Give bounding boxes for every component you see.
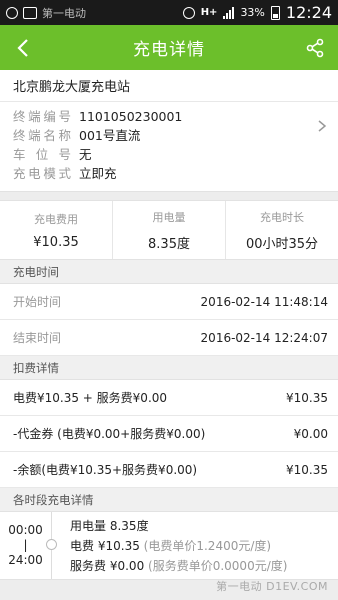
segment-fee-value: ¥10.35: [97, 539, 140, 553]
stat-fee: 充电费用 ¥10.35: [0, 201, 113, 259]
segment-service-unit: (服务费单价0.0000元/度): [148, 559, 288, 573]
row-label: 结束时间: [13, 331, 62, 345]
segment-time-range: 00:00 | 24:00: [0, 512, 57, 579]
stat-value: 00小时35分: [245, 236, 319, 252]
stat-label: 充电时长: [260, 210, 304, 224]
segment-details: 用电量 8.35度 电费 ¥10.35 (电费单价1.2400元/度) 服务费 …: [52, 512, 338, 579]
signal-icon: [223, 6, 235, 19]
row-value: ¥10.35: [286, 462, 328, 477]
charge-mode-row: 充电模式 立即充: [13, 164, 325, 183]
terminal-number-row: 终端编号 1101050230001: [13, 107, 325, 126]
status-time: 12:24: [285, 3, 332, 22]
field-label: 车位号: [13, 147, 71, 162]
segment-service-line: 服务费 ¥0.00 (服务费单价0.0000元/度): [70, 556, 338, 576]
deduction-balance-row: -余额(电费¥10.35+服务费¥0.00) ¥10.35: [0, 452, 338, 488]
battery-percent: 33%: [240, 6, 265, 19]
row-value: 2016-02-14 11:48:14: [200, 294, 328, 309]
row-label: -余额(电费¥10.35+服务费¥0.00): [13, 463, 198, 477]
segment-separator: |: [23, 538, 28, 552]
section-title-deduction: 扣费详情: [0, 356, 338, 380]
stat-duration: 充电时长 00小时35分: [226, 201, 338, 259]
row-value: ¥10.35: [286, 390, 328, 405]
field-label: 充电模式: [13, 166, 71, 181]
network-type: H+: [200, 7, 218, 18]
stat-value: 8.35度: [148, 236, 190, 252]
segment-start: 00:00: [8, 523, 43, 537]
timeline-dot-icon: [46, 539, 57, 550]
row-value: 2016-02-14 12:24:07: [200, 330, 328, 345]
terminal-name-row: 终端名称 001号直流: [13, 126, 325, 145]
start-time-row: 开始时间 2016-02-14 11:48:14: [0, 284, 338, 320]
stat-label: 用电量: [152, 210, 186, 224]
parking-spot-row: 车位号 无: [13, 145, 325, 164]
field-label: 终端编号: [13, 109, 71, 124]
top-app-bar: 充电详情: [0, 25, 338, 70]
field-value: 001号直流: [79, 128, 141, 143]
share-icon[interactable]: [304, 37, 326, 59]
status-bar-left: 第一电动: [6, 5, 86, 21]
segment-fee-line: 电费 ¥10.35 (电费单价1.2400元/度): [70, 536, 338, 556]
alarm-icon: [182, 6, 195, 19]
segment-item: 00:00 | 24:00 用电量 8.35度 电费 ¥10.35 (电费单价1…: [0, 512, 338, 580]
row-label: 电费¥10.35 + 服务费¥0.00: [13, 391, 168, 405]
station-info-card[interactable]: 北京鹏龙大厦充电站 终端编号 1101050230001 终端名称 001号直流…: [0, 70, 338, 192]
segment-service-label: 服务费: [70, 559, 107, 573]
charge-summary: 充电费用 ¥10.35 用电量 8.35度 充电时长 00小时35分: [0, 200, 338, 260]
deduction-voucher-row: -代金券 (电费¥0.00+服务费¥0.00) ¥0.00: [0, 416, 338, 452]
back-arrow-icon[interactable]: [12, 37, 34, 59]
section-title-charge-time: 充电时间: [0, 260, 338, 284]
image-icon: [23, 6, 37, 19]
notification-icon: [6, 6, 18, 19]
field-value: 1101050230001: [79, 109, 183, 124]
segment-end: 24:00: [8, 553, 43, 567]
station-name: 北京鹏龙大厦充电站: [0, 76, 338, 102]
stat-value: ¥10.35: [33, 234, 79, 250]
chevron-right-icon: [318, 120, 327, 132]
segment-fee-label: 电费: [70, 539, 95, 553]
segment-energy-line: 用电量 8.35度: [70, 516, 338, 536]
stat-label: 充电费用: [34, 212, 78, 226]
segment-energy-value: 8.35度: [109, 519, 149, 533]
segment-energy-label: 用电量: [70, 519, 107, 533]
section-title-segments: 各时段充电详情: [0, 488, 338, 512]
row-label: 开始时间: [13, 295, 62, 309]
end-time-row: 结束时间 2016-02-14 12:24:07: [0, 320, 338, 356]
status-bar-right: H+ 33% 12:24: [182, 3, 332, 22]
status-bar: 第一电动 H+ 33% 12:24: [0, 0, 338, 25]
field-label: 终端名称: [13, 128, 71, 143]
battery-icon: [270, 5, 280, 20]
page-title: 充电详情: [133, 40, 205, 60]
segment-fee-unit: (电费单价1.2400元/度): [143, 539, 272, 553]
row-value: ¥0.00: [293, 426, 328, 441]
stat-energy: 用电量 8.35度: [113, 201, 226, 259]
field-value: 立即充: [79, 166, 117, 181]
field-value: 无: [79, 147, 92, 162]
deduction-total-row: 电费¥10.35 + 服务费¥0.00 ¥10.35: [0, 380, 338, 416]
station-fields: 终端编号 1101050230001 终端名称 001号直流 车位号 无 充电模…: [13, 102, 325, 183]
status-app-text: 第一电动: [42, 6, 86, 20]
segment-service-value: ¥0.00: [109, 559, 145, 573]
row-label: -代金券 (电费¥0.00+服务费¥0.00): [13, 427, 206, 441]
watermark: 第一电动 D1EV.COM: [216, 580, 328, 593]
